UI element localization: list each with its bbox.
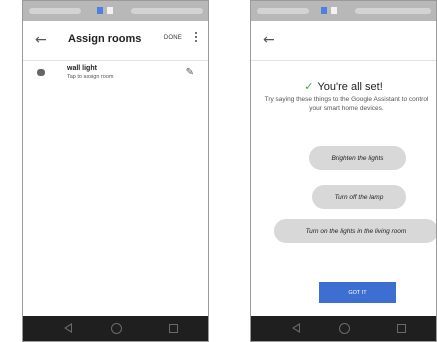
device-list-item[interactable]: wall light Tap to assign room ✎ [23, 61, 208, 91]
app-bar: ← Assign rooms DONE [23, 21, 208, 61]
check-icon: ✓ [304, 81, 314, 93]
suggestion-chip[interactable]: Turn off the lamp [312, 185, 406, 209]
done-button[interactable]: DONE [164, 35, 182, 41]
got-it-button[interactable]: GOT IT [319, 282, 396, 303]
setup-complete-screen: ← ✓ You're all set! Try saying these thin… [250, 0, 437, 342]
page-title: Assign rooms [68, 33, 142, 45]
nav-home-icon[interactable] [339, 323, 350, 334]
suggestion-chip[interactable]: Brighten the lights [309, 146, 406, 170]
system-nav-bar [251, 316, 436, 341]
arrow-back-icon[interactable]: ← [263, 31, 275, 49]
success-description: Try saying these things to the Google As… [264, 96, 429, 112]
app-bar: ← [251, 21, 436, 61]
nav-back-icon[interactable] [64, 323, 72, 333]
assign-rooms-screen: ← Assign rooms DONE wall light Tap to as… [22, 0, 209, 342]
status-text-blur [257, 8, 309, 14]
nav-recents-icon[interactable] [169, 324, 178, 333]
nav-back-icon[interactable] [292, 323, 300, 333]
status-notification-icon [321, 7, 327, 14]
status-notification-icon [107, 7, 113, 14]
status-notification-icon [331, 7, 337, 14]
device-subtitle: Tap to assign room [67, 74, 114, 80]
device-name: wall light [67, 65, 97, 72]
success-heading: ✓ You're all set! [251, 80, 436, 93]
nav-recents-icon[interactable] [397, 324, 406, 333]
system-nav-bar [23, 316, 208, 341]
device-icon [37, 69, 45, 76]
status-bar [251, 1, 436, 21]
status-bar [23, 1, 208, 21]
more-vert-icon[interactable] [194, 32, 198, 46]
success-title: You're all set! [317, 81, 383, 93]
suggestion-chip[interactable]: Turn on the lights in the living room [274, 219, 436, 243]
pencil-icon[interactable]: ✎ [186, 68, 194, 78]
status-text-blur [29, 8, 81, 14]
status-icons-blur [131, 8, 203, 14]
arrow-back-icon[interactable]: ← [35, 31, 47, 49]
nav-home-icon[interactable] [111, 323, 122, 334]
status-notification-icon [97, 7, 103, 14]
status-icons-blur [355, 8, 431, 14]
